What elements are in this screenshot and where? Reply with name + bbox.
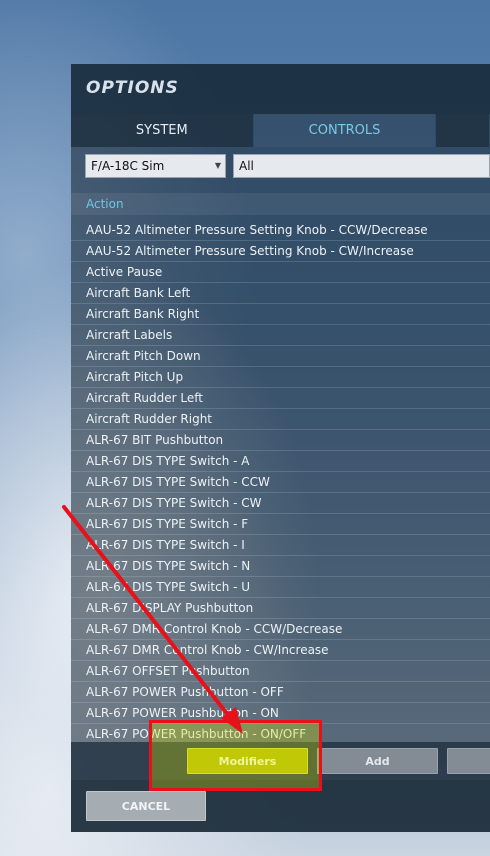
list-item[interactable]: AAU-52 Altimeter Pressure Setting Knob -… <box>71 241 490 262</box>
tab-overflow[interactable] <box>436 114 489 147</box>
action-column-header[interactable]: Action <box>71 193 490 215</box>
clear-button-partial[interactable] <box>447 748 490 774</box>
options-dialog: OPTIONS SYSTEM CONTROLS F/A-18C Sim ▼ Al… <box>71 64 490 832</box>
action-list: AAU-52 Altimeter Pressure Setting Knob -… <box>71 220 490 742</box>
list-item[interactable]: ALR-67 DIS TYPE Switch - U <box>71 577 490 598</box>
list-item[interactable]: AAU-52 Altimeter Pressure Setting Knob -… <box>71 220 490 241</box>
tab-bar: SYSTEM CONTROLS <box>71 114 490 147</box>
list-item[interactable]: ALR-67 BIT Pushbutton <box>71 430 490 451</box>
list-item[interactable]: ALR-67 DIS TYPE Switch - CCW <box>71 472 490 493</box>
list-item[interactable]: Aircraft Rudder Left <box>71 388 490 409</box>
action-column-label: Action <box>86 197 124 211</box>
tab-controls[interactable]: CONTROLS <box>253 114 436 147</box>
tab-system[interactable]: SYSTEM <box>71 114 253 147</box>
annotation-highlight-box <box>149 720 322 791</box>
list-item[interactable]: Aircraft Labels <box>71 325 490 346</box>
dialog-title: OPTIONS <box>86 78 179 98</box>
list-item[interactable]: Aircraft Pitch Down <box>71 346 490 367</box>
list-item[interactable]: ALR-67 OFFSET Pushbutton <box>71 661 490 682</box>
list-item[interactable]: Aircraft Pitch Up <box>71 367 490 388</box>
filter-row: F/A-18C Sim ▼ All <box>85 154 490 178</box>
list-item[interactable]: ALR-67 DIS TYPE Switch - A <box>71 451 490 472</box>
list-item[interactable]: Aircraft Bank Right <box>71 304 490 325</box>
list-item[interactable]: Active Pause <box>71 262 490 283</box>
chevron-down-icon: ▼ <box>214 161 221 170</box>
add-button[interactable]: Add <box>317 748 438 774</box>
category-select-value: All <box>239 159 254 173</box>
list-item[interactable]: ALR-67 DISPLAY Pushbutton <box>71 598 490 619</box>
list-item[interactable]: ALR-67 DMR Control Knob - CW/Increase <box>71 640 490 661</box>
list-item[interactable]: ALR-67 DIS TYPE Switch - I <box>71 535 490 556</box>
dialog-header: OPTIONS <box>71 64 490 115</box>
list-item[interactable]: ALR-67 DIS TYPE Switch - F <box>71 514 490 535</box>
category-select[interactable]: All <box>233 154 490 178</box>
list-item[interactable]: ALR-67 DIS TYPE Switch - CW <box>71 493 490 514</box>
list-item[interactable]: Aircraft Bank Left <box>71 283 490 304</box>
cancel-button[interactable]: CANCEL <box>86 791 206 821</box>
list-item[interactable]: ALR-67 POWER Pushbutton - OFF <box>71 682 490 703</box>
list-item[interactable]: ALR-67 DIS TYPE Switch - N <box>71 556 490 577</box>
aircraft-select[interactable]: F/A-18C Sim ▼ <box>85 154 226 178</box>
list-item[interactable]: ALR-67 DMR Control Knob - CCW/Decrease <box>71 619 490 640</box>
aircraft-select-value: F/A-18C Sim <box>91 159 165 173</box>
list-item[interactable]: Aircraft Rudder Right <box>71 409 490 430</box>
